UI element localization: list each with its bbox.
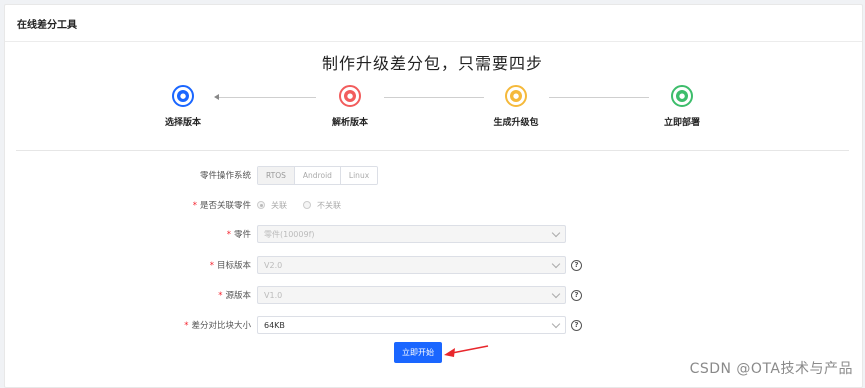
step-connector-1 [216, 97, 316, 98]
page-headline: 制作升级差分包，只需要四步 [321, 54, 543, 73]
start-now-button[interactable]: 立即开始 [394, 342, 442, 363]
link-part-label-text: 是否关联零件 [199, 201, 251, 211]
step-label: 生成升级包 [493, 118, 539, 128]
help-icon[interactable]: ? [571, 289, 582, 301]
block-size-label: * 差分对比块大小 [184, 319, 251, 331]
part-label-text: 零件 [233, 230, 251, 240]
radio-link[interactable]: 关联 [257, 200, 287, 211]
source-version-select[interactable]: V1.0 [257, 286, 566, 304]
step-label: 选择版本 [164, 118, 201, 128]
radio-no-link-label: 不关联 [317, 200, 341, 210]
card-header: 在线差分工具 [5, 5, 862, 42]
chevron-down-icon [551, 319, 561, 328]
radio-link-label: 关联 [271, 200, 287, 210]
os-label: 零件操作系统 [199, 171, 251, 181]
red-arrow-annotation-icon [444, 345, 489, 357]
card-title: 在线差分工具 [17, 19, 77, 31]
target-version-row: * 目标版本 V2.0 ? [0, 254, 865, 276]
block-size-select[interactable]: 64KB [257, 316, 566, 334]
target-version-select[interactable]: V2.0 [257, 256, 566, 274]
chevron-down-icon [551, 228, 561, 237]
step-select-version: ● 选择版本 [143, 85, 223, 128]
source-version-label-text: 源版本 [225, 291, 251, 301]
hand-pointer-icon: ● [177, 90, 189, 102]
os-row: 零件操作系统 RTOS Android Linux [0, 164, 865, 186]
step-generate-package: ● 生成升级包 [476, 85, 556, 128]
part-row: * 零件 零件(10009f) [0, 223, 865, 245]
deploy-icon: ● [676, 90, 688, 102]
tag-icon: ● [510, 90, 522, 102]
watermark: CSDN @OTA技术与产品 [689, 361, 853, 377]
os-option-rtos[interactable]: RTOS [258, 166, 295, 184]
required-mark: * [192, 201, 197, 211]
required-mark: * [218, 291, 223, 301]
target-version-label: * 目标版本 [210, 259, 251, 271]
part-label: * 零件 [227, 228, 251, 240]
cloud-icon: ● [344, 90, 356, 102]
step-deploy: ● 立即部署 [642, 85, 722, 128]
os-segmented-control: RTOS Android Linux [257, 165, 379, 185]
step-parse-version: ● 解析版本 [310, 85, 390, 128]
required-mark: * [226, 230, 231, 240]
radio-no-link[interactable]: 不关联 [303, 200, 341, 211]
step-label: 解析版本 [331, 118, 368, 128]
block-size-label-text: 差分对比块大小 [191, 321, 251, 331]
os-option-linux[interactable]: Linux [340, 166, 378, 184]
block-size-row: * 差分对比块大小 64KB ? [0, 314, 865, 336]
required-mark: * [209, 261, 214, 271]
block-size-value: 64KB [264, 320, 285, 330]
required-mark: * [184, 321, 189, 331]
target-version-value: V2.0 [264, 260, 283, 270]
help-icon[interactable]: ? [571, 259, 582, 271]
step-connector-3 [549, 97, 649, 98]
source-version-value: V1.0 [264, 290, 283, 300]
step-label: 立即部署 [663, 118, 700, 128]
source-version-row: * 源版本 V1.0 ? [0, 284, 865, 306]
source-version-label: * 源版本 [218, 289, 251, 301]
radio-unchecked-icon [303, 201, 311, 209]
help-icon[interactable]: ? [571, 319, 582, 331]
link-part-label: * 是否关联零件 [193, 199, 251, 211]
part-select[interactable]: 零件(10009f) [257, 225, 566, 243]
os-option-android[interactable]: Android [294, 166, 341, 184]
link-part-row: * 是否关联零件 关联 不关联 [0, 194, 865, 216]
link-part-radio-group: 关联 不关联 [257, 200, 341, 211]
chevron-down-icon [551, 259, 561, 268]
target-version-label-text: 目标版本 [216, 261, 251, 271]
section-divider [16, 150, 849, 151]
part-select-value: 零件(10009f) [264, 229, 315, 239]
step-connector-2 [384, 97, 484, 98]
radio-checked-icon [257, 201, 265, 209]
chevron-down-icon [551, 289, 561, 298]
